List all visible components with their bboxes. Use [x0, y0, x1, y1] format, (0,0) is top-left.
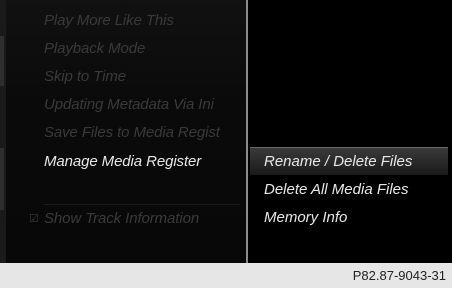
checkbox-checked-icon[interactable]: ☑ — [29, 212, 39, 225]
menu-item-manage-media-register[interactable]: Manage Media Register — [44, 153, 242, 170]
menu-item-skip-to-time[interactable]: Skip to Time — [44, 68, 242, 85]
panel-divider — [246, 0, 248, 263]
menu-item-show-track-information[interactable]: Show Track Information — [44, 210, 242, 227]
menu-item-playback-mode[interactable]: Playback Mode — [44, 40, 242, 57]
submenu-item-rename-delete-files[interactable]: Rename / Delete Files — [264, 153, 412, 170]
submenu-item-memory-info[interactable]: Memory Info — [264, 209, 347, 226]
menu-item-play-more-like-this[interactable]: Play More Like This — [44, 12, 242, 29]
menu-item-updating-metadata[interactable]: Updating Metadata Via Ini — [44, 96, 242, 113]
media-menu-screen: Play More Like This Playback Mode Skip t… — [0, 0, 452, 263]
edge-mark-bottom — [0, 148, 4, 210]
submenu-item-delete-all-media-files[interactable]: Delete All Media Files — [264, 181, 409, 198]
left-menu-panel: Play More Like This Playback Mode Skip t… — [0, 0, 246, 263]
left-edge-bar — [0, 0, 6, 263]
menu-item-save-files[interactable]: Save Files to Media Regist — [44, 124, 242, 141]
menu-separator — [44, 204, 240, 205]
edge-mark-top — [0, 36, 4, 86]
menu-item-obscured — [44, 181, 144, 195]
figure-caption: P82.87-9043-31 — [352, 268, 446, 283]
